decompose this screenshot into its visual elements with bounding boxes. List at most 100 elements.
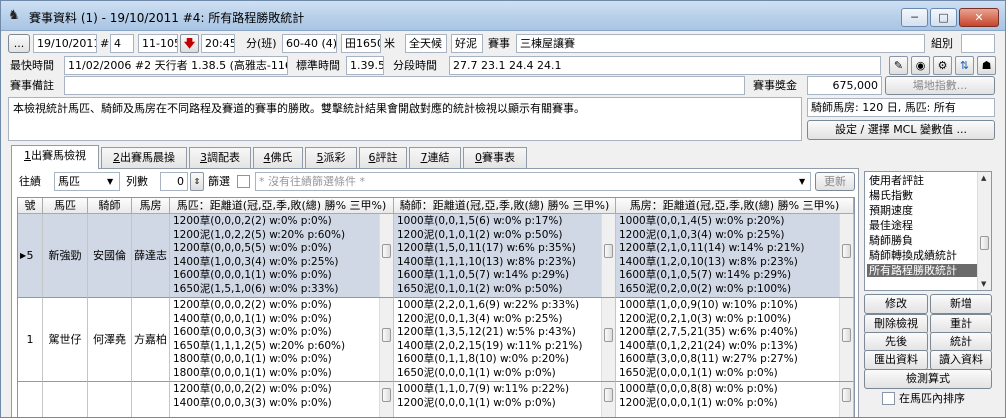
row-stable-stats[interactable]: 1000草(1,0,0,9(10) w:10% p:10%) 1200泥(0,2,… <box>616 298 854 382</box>
venue-index-button[interactable]: 場地指數... <box>885 76 995 95</box>
view-list-item[interactable]: 所有路程勝敗統計 <box>867 264 977 277</box>
race-time-field[interactable]: 20:45 <box>201 34 235 53</box>
race-no-field[interactable]: 4 <box>110 34 134 53</box>
spinner-icon[interactable]: ⇕ <box>190 172 204 191</box>
scroll-thumb[interactable] <box>382 244 391 258</box>
formula-button[interactable]: 檢測算式 <box>864 369 992 389</box>
grid-header-stable-stats[interactable]: 馬房：距離道(冠,亞,季,敗(總) 勝% 三甲%) <box>616 198 854 214</box>
tab-0[interactable]: 0賽事表 <box>463 147 527 168</box>
filter-criteria-select[interactable]: * 沒有往績篩選條件 * <box>255 172 811 191</box>
row-horse-stats[interactable]: 1200草(0,0,0,2(2) w:0% p:0%) 1400草(0,0,0,3… <box>170 382 394 417</box>
import-button[interactable]: 讀入資料 <box>930 350 992 370</box>
add-button[interactable]: 新增 <box>930 294 992 314</box>
row-number[interactable]: ▶ 5 <box>18 214 43 298</box>
stats-button[interactable]: 統計 <box>930 332 992 352</box>
scroll-thumb[interactable] <box>604 244 613 258</box>
columns-stepper[interactable]: 0 <box>160 172 188 191</box>
grid-header-jockey[interactable]: 騎師 <box>88 198 132 214</box>
grid-header-no[interactable]: 號 <box>18 198 43 214</box>
row-stable[interactable]: 方嘉柏 <box>132 298 170 382</box>
view-list-item[interactable]: 最佳途程 <box>867 219 913 232</box>
cell-scrollbar[interactable] <box>379 298 393 381</box>
chevron-down-icon[interactable]: ▼ <box>107 172 113 191</box>
title-bar[interactable]: ♞ 賽事資料 (1) - 19/10/2011 #4: 所有路程勝敗統計 ─ □… <box>1 1 1005 31</box>
export-button[interactable]: 匯出資料 <box>864 350 928 370</box>
chevron-down-icon[interactable]: ▼ <box>799 172 805 191</box>
minimize-button[interactable]: ─ <box>901 8 928 27</box>
tab-5[interactable]: 5派彩 <box>305 147 357 168</box>
scroll-thumb[interactable] <box>842 244 851 258</box>
grid-header-jockey-stats[interactable]: 騎師：距離道(冠,亞,季,敗(總) 勝% 三甲%) <box>394 198 616 214</box>
modify-button[interactable]: 修改 <box>864 294 928 314</box>
memo-icon[interactable]: ✎ <box>889 56 908 75</box>
cell-scrollbar[interactable] <box>839 298 853 381</box>
standard-time-field[interactable]: 1.39.5 <box>346 56 384 75</box>
row-jockey[interactable]: 何澤堯 <box>88 298 132 382</box>
sectional-time-field[interactable]: 27.7 23.1 24.4 24.1 <box>449 56 881 75</box>
person-icon[interactable]: ☗ <box>977 56 996 75</box>
scroll-thumb[interactable] <box>382 328 391 342</box>
race-name-field[interactable]: 三棟屋讓賽 <box>516 34 925 53</box>
cell-scrollbar[interactable] <box>601 214 615 297</box>
distance-field[interactable]: 田1650 <box>341 34 381 53</box>
row-jockey[interactable] <box>88 382 132 417</box>
view-list-item[interactable]: 使用者評註 <box>867 174 924 187</box>
scroll-thumb[interactable] <box>842 388 851 402</box>
delete-view-button[interactable]: 刪除檢視 <box>864 314 928 334</box>
table-row[interactable]: 1 駕世仔 何澤堯 方嘉柏 1200草(0,0,0,2(2) w:0% p:0%) 140… <box>18 298 854 382</box>
scroll-up-icon[interactable]: ▲ <box>981 174 986 182</box>
row-jockey-stats[interactable]: 1000草(2,2,0,1,6(9) w:22% p:33%) 1200泥(0,0… <box>394 298 616 382</box>
table-row[interactable]: ▶ 5 新強勁 安國倫 薛達志 1200草(0,0,0,2(2) w:0% p:0%) 12… <box>18 214 854 298</box>
grid-header-horse-stats[interactable]: 馬匹：距離道(冠,亞,季,敗(總) 勝% 三甲%) <box>170 198 394 214</box>
table-row[interactable]: 1200草(0,0,0,2(2) w:0% p:0%) 1400草(0,0,0,3… <box>18 382 854 417</box>
close-button[interactable]: ✕ <box>959 8 999 27</box>
cell-scrollbar[interactable] <box>379 214 393 297</box>
row-horse[interactable]: 駕世仔 <box>43 298 88 382</box>
view-list-scrollbar[interactable]: ▲ ▼ <box>977 172 991 290</box>
view-list[interactable]: ▲ ▼ 使用者評註 楊氏指數 預期速度 最佳途程 騎師勝負 騎師轉換成績統計 所有路程勝敗統… <box>864 171 992 291</box>
row-stable[interactable] <box>132 382 170 417</box>
row-stable[interactable]: 薛達志 <box>132 214 170 298</box>
refresh-button[interactable]: 更新 <box>815 172 855 191</box>
swap-icon[interactable]: ⇅ <box>955 56 974 75</box>
row-jockey[interactable]: 安國倫 <box>88 214 132 298</box>
cell-scrollbar[interactable] <box>601 298 615 381</box>
view-list-item[interactable]: 楊氏指數 <box>867 189 913 202</box>
mcl-settings-button[interactable]: 設定 / 選擇 MCL 變數值 ... <box>807 120 995 140</box>
row-horse-stats[interactable]: 1200草(0,0,0,2(2) w:0% p:0%) 1400草(0,0,0,1… <box>170 298 394 382</box>
view-list-item[interactable]: 騎師轉換成績統計 <box>867 249 957 262</box>
filter-checkbox[interactable] <box>237 175 250 188</box>
scroll-thumb[interactable] <box>980 236 989 250</box>
scroll-thumb[interactable] <box>842 328 851 342</box>
group-field[interactable] <box>961 34 995 53</box>
row-horse[interactable]: 新強勁 <box>43 214 88 298</box>
settings-icon[interactable]: ⚙ <box>933 56 952 75</box>
priority-button[interactable]: 先後 <box>864 332 928 352</box>
sort-in-horse-checkbox[interactable] <box>882 392 895 405</box>
recalc-button[interactable]: 重計 <box>930 314 992 334</box>
class-code-field[interactable]: 11-105 <box>138 34 178 53</box>
grid-header-stable[interactable]: 馬房 <box>132 198 170 214</box>
tab-6[interactable]: 6評註 <box>359 147 407 168</box>
cell-scrollbar[interactable] <box>839 382 853 417</box>
tab-4[interactable]: 4佛氏 <box>253 147 303 168</box>
class-value-field[interactable]: 60-40 (4) <box>282 34 337 53</box>
going-field[interactable]: 好泥 <box>451 34 483 53</box>
row-horse-stats[interactable]: 1200草(0,0,0,2(2) w:0% p:0%) 1200泥(1,0,2,2… <box>170 214 394 298</box>
maximize-button[interactable]: □ <box>930 8 957 27</box>
film-icon[interactable]: ◉ <box>911 56 930 75</box>
remarks-field[interactable] <box>64 76 745 95</box>
row-jockey-stats[interactable]: 1000草(1,1,0,7(9) w:11% p:22%) 1200泥(0,0,0… <box>394 382 616 417</box>
cell-scrollbar[interactable] <box>601 382 615 417</box>
tab-3[interactable]: 3調配表 <box>189 147 251 168</box>
arrow-down-icon[interactable]: 🡇 <box>180 34 199 53</box>
cell-scrollbar[interactable] <box>379 382 393 417</box>
scroll-thumb[interactable] <box>604 388 613 402</box>
row-number[interactable] <box>18 382 43 417</box>
tab-2[interactable]: 2出賽馬晨操 <box>101 147 187 168</box>
row-number[interactable]: 1 <box>18 298 43 382</box>
fastest-time-field[interactable]: 11/02/2006 #2 天行者 1.38.5 (高雅志-116磅 <box>64 56 288 75</box>
view-list-item[interactable]: 預期速度 <box>867 204 913 217</box>
row-jockey-stats[interactable]: 1000草(0,0,1,5(6) w:0% p:17%) 1200泥(0,1,0,… <box>394 214 616 298</box>
cell-scrollbar[interactable] <box>839 214 853 297</box>
